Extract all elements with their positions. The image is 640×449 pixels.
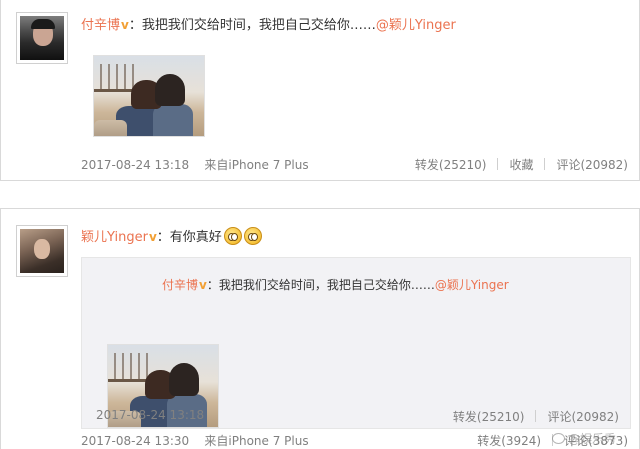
post-photo[interactable] <box>93 55 205 137</box>
author-name[interactable]: 付辛博 <box>81 18 120 33</box>
comment-button[interactable]: 评论(20982) <box>556 158 628 172</box>
mention-link[interactable]: @颖儿Yinger <box>435 278 509 292</box>
repost-content: 付辛博v：我把我们交给时间，我把自己交给你……@颖儿Yinger <box>162 278 509 292</box>
post-actions: 转发(25210) 收藏 评论(20982) <box>415 156 628 173</box>
favorite-button[interactable]: 收藏 <box>509 158 533 172</box>
post-meta: 2017-08-24 13:30 来自iPhone 7 Plus <box>81 432 309 449</box>
post-content: 颖儿Yingerv：有你真好 <box>81 227 262 247</box>
post-content: 付辛博v：我把我们交给时间，我把自己交给你……@颖儿Yinger <box>81 18 456 33</box>
repost-button[interactable]: 转发(3924) <box>477 434 541 448</box>
weibo-post-2: 颖儿Yingerv：有你真好 付辛博v：我把我们交给时间，我把自己交给你……@颖… <box>0 208 640 449</box>
mention-link[interactable]: @颖儿Yinger <box>376 18 456 33</box>
post-timestamp[interactable]: 2017-08-24 13:30 <box>81 434 189 448</box>
weibo-logo-icon <box>551 433 565 444</box>
reposted-post: 付辛博v：我把我们交给时间，我把自己交给你……@颖儿Yinger 2017-08… <box>81 257 631 429</box>
verified-icon: v <box>121 18 129 32</box>
comment-button[interactable]: 评论(20982) <box>547 410 619 424</box>
author-avatar[interactable] <box>16 12 68 64</box>
post-timestamp[interactable]: 2017-08-24 13:18 <box>81 158 189 172</box>
repost-button[interactable]: 转发(25210) <box>453 410 525 424</box>
repost-timestamp[interactable]: 2017-08-24 13:18 <box>96 408 204 422</box>
repost-text: 我把我们交给时间，我把自己交给你…… <box>218 278 435 292</box>
weibo-post-1: 付辛博v：我把我们交给时间，我把自己交给你……@颖儿Yinger 2017-08… <box>0 0 640 181</box>
post-meta: 2017-08-24 13:18 来自iPhone 7 Plus <box>81 156 309 173</box>
author-avatar[interactable] <box>16 225 68 277</box>
repost-meta: 2017-08-24 13:18 <box>96 408 204 422</box>
verified-icon: v <box>148 230 157 244</box>
watermark: @娱乐秀 <box>551 430 616 447</box>
post-text: 我把我们交给时间，我把自己交给你…… <box>141 18 376 33</box>
repost-author-name[interactable]: 付辛博 <box>162 278 198 292</box>
post-source: 来自iPhone 7 Plus <box>204 434 309 448</box>
verified-icon: v <box>199 278 207 292</box>
post-text: 有你真好 <box>169 230 222 245</box>
emoji-smile-face-icon <box>223 227 242 245</box>
repost-actions: 转发(25210) 评论(20982) <box>453 408 619 425</box>
emoji-smile-face-icon <box>243 227 262 245</box>
divider <box>497 158 499 170</box>
repost-button[interactable]: 转发(25210) <box>415 158 487 172</box>
post-source: 来自iPhone 7 Plus <box>204 158 309 172</box>
divider <box>535 410 537 422</box>
divider <box>544 158 546 170</box>
author-name[interactable]: 颖儿Yinger <box>81 230 148 245</box>
